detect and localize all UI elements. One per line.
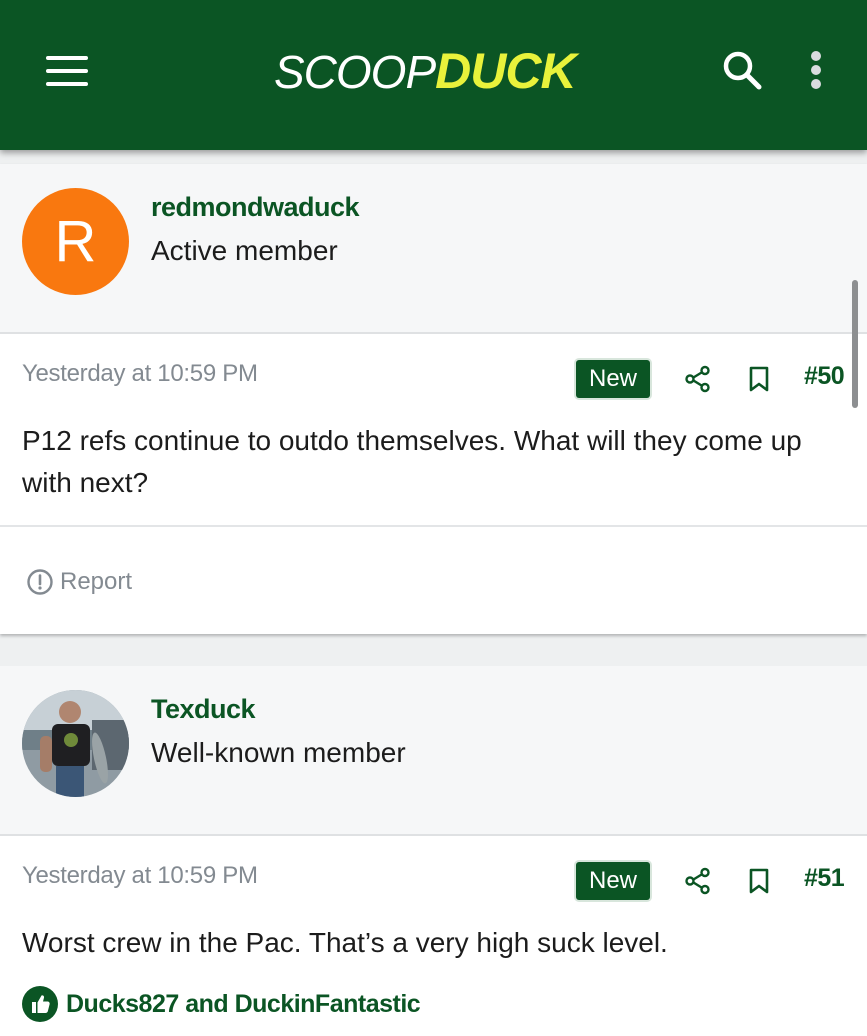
alert-circle-icon — [27, 569, 53, 595]
more-vertical-icon[interactable] — [806, 48, 826, 92]
search-icon[interactable] — [720, 48, 764, 92]
new-badge: New — [576, 862, 650, 900]
bookmark-icon[interactable] — [748, 867, 770, 895]
share-icon[interactable] — [684, 365, 712, 393]
report-button[interactable]: Report — [26, 566, 132, 598]
user-title: Active member — [151, 235, 338, 266]
reactions-users[interactable]: Ducks827 and DuckinFantastic — [66, 990, 421, 1019]
post-body: P12 refs continue to outdo themselves. W… — [22, 425, 802, 498]
user-title: Well-known member — [151, 737, 406, 768]
post-51: Texduck Well-known member Yesterday at 1… — [0, 666, 867, 1036]
new-badge: New — [576, 360, 650, 398]
post-number-link[interactable]: #51 — [804, 864, 845, 893]
post-number-link[interactable]: #50 — [804, 362, 845, 391]
post-footer-divider — [0, 525, 867, 527]
avatar-photo — [22, 690, 129, 797]
scrollbar-thumb[interactable] — [852, 280, 858, 408]
username-link[interactable]: redmondwaduck — [151, 192, 360, 223]
post-timestamp[interactable]: Yesterday at 10:59 PM — [22, 862, 258, 890]
reactions-summary[interactable]: Ducks827 and DuckinFantastic — [22, 986, 421, 1022]
report-label: Report — [60, 568, 133, 595]
logo-scoop-text: SCOOP — [274, 46, 436, 98]
post-user-header: R redmondwaduck Active member — [0, 164, 867, 334]
site-logo[interactable]: SCOOPDUCK — [274, 36, 577, 106]
username-link[interactable]: Texduck — [151, 694, 256, 725]
thumbs-up-icon — [22, 986, 58, 1022]
hamburger-menu-icon[interactable] — [46, 56, 88, 86]
share-icon[interactable] — [684, 867, 712, 895]
logo-duck-text: DUCK — [435, 43, 576, 99]
post-user-header: Texduck Well-known member — [0, 666, 867, 836]
bookmark-icon[interactable] — [748, 365, 770, 393]
top-app-bar: SCOOPDUCK — [0, 0, 867, 150]
avatar[interactable]: R — [22, 188, 129, 295]
post-50: R redmondwaduck Active member Yesterday … — [0, 164, 867, 634]
post-body: Worst crew in the Pac. That’s a very hig… — [22, 927, 668, 958]
post-timestamp[interactable]: Yesterday at 10:59 PM — [22, 360, 258, 388]
avatar[interactable] — [22, 690, 129, 797]
